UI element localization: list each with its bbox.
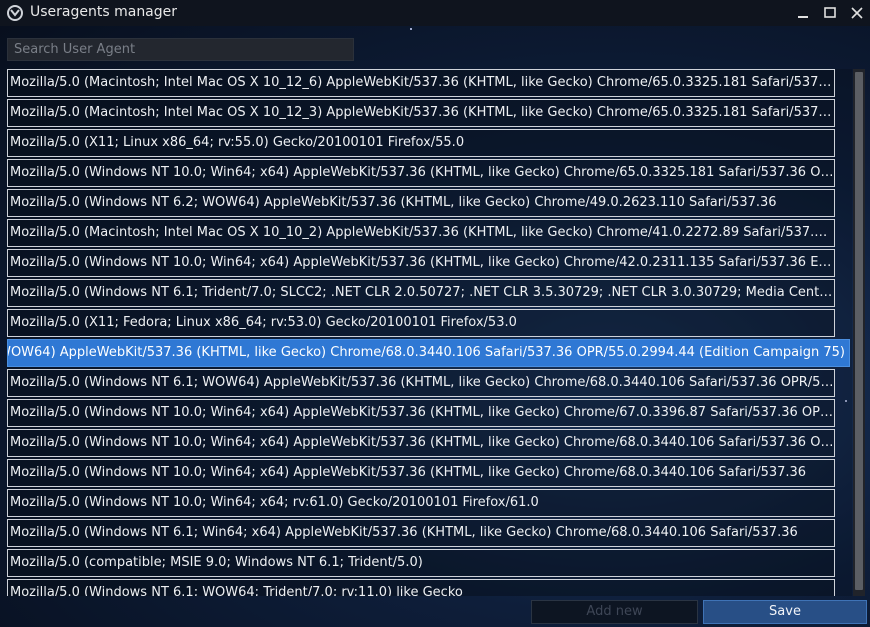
list-item[interactable]: Mozilla/5.0 (Windows NT 6.1; Trident/7.0… — [7, 279, 835, 307]
list-item[interactable]: Mozilla/5.0 (Windows NT 10.0; Win64; x64… — [7, 159, 835, 187]
add-new-button[interactable]: Add new — [531, 600, 698, 624]
useragent-list[interactable]: Mozilla/5.0 (Macintosh; Intel Mac OS X 1… — [7, 69, 852, 596]
list-item[interactable]: Mozilla/5.0 (Windows NT 10.0; Win64; x64… — [7, 429, 835, 457]
list-item[interactable]: Mozilla/5.0 (Windows NT 6.1; WOW64; Trid… — [7, 579, 835, 596]
list-item[interactable]: Mozilla/5.0 (Windows NT 6.1; Win64; x64)… — [7, 519, 835, 547]
maximize-icon[interactable] — [819, 2, 841, 24]
list-item[interactable]: Mozilla/5.0 (Windows NT 6.2; WOW64) Appl… — [7, 189, 835, 217]
list-item[interactable]: Mozilla/5.0 (X11; Linux x86_64; rv:55.0)… — [7, 129, 835, 157]
title-bar: Useragents manager — [0, 0, 870, 26]
star — [410, 28, 412, 30]
list-item[interactable]: Mozilla/5.0 (Macintosh; Intel Mac OS X 1… — [7, 219, 835, 247]
window-title: Useragents manager — [30, 4, 178, 20]
list-item[interactable]: Mozilla/5.0 (Macintosh; Intel Mac OS X 1… — [7, 69, 835, 97]
save-button[interactable]: Save — [703, 600, 867, 624]
minimize-icon[interactable] — [792, 2, 814, 24]
scrollbar-thumb[interactable] — [855, 72, 863, 590]
app-logo-icon — [6, 4, 24, 22]
close-icon[interactable] — [846, 2, 868, 24]
search-input[interactable] — [7, 38, 354, 61]
list-item[interactable]: Mozilla/5.0 (Windows NT 6.1; WOW64) Appl… — [7, 369, 835, 397]
list-item-label: T 6.1; WOW64) AppleWebKit/537.36 (KHTML,… — [7, 345, 845, 360]
list-item[interactable]: Mozilla/5.0 (X11; Fedora; Linux x86_64; … — [7, 309, 835, 337]
list-item[interactable]: Mozilla/5.0 (compatible; MSIE 9.0; Windo… — [7, 549, 835, 577]
list-item[interactable]: Mozilla/5.0 (Windows NT 10.0; Win64; x64… — [7, 249, 835, 277]
list-item[interactable]: Mozilla/5.0 (Windows NT 10.0; Win64; x64… — [7, 489, 835, 517]
list-item[interactable]: Mozilla/5.0 (Macintosh; Intel Mac OS X 1… — [7, 99, 835, 127]
list-item[interactable]: Mozilla/5.0 (Windows NT 10.0; Win64; x64… — [7, 459, 835, 487]
list-item-selected[interactable]: T 6.1; WOW64) AppleWebKit/537.36 (KHTML,… — [7, 339, 850, 367]
list-item[interactable]: Mozilla/5.0 (Windows NT 10.0; Win64; x64… — [7, 399, 835, 427]
